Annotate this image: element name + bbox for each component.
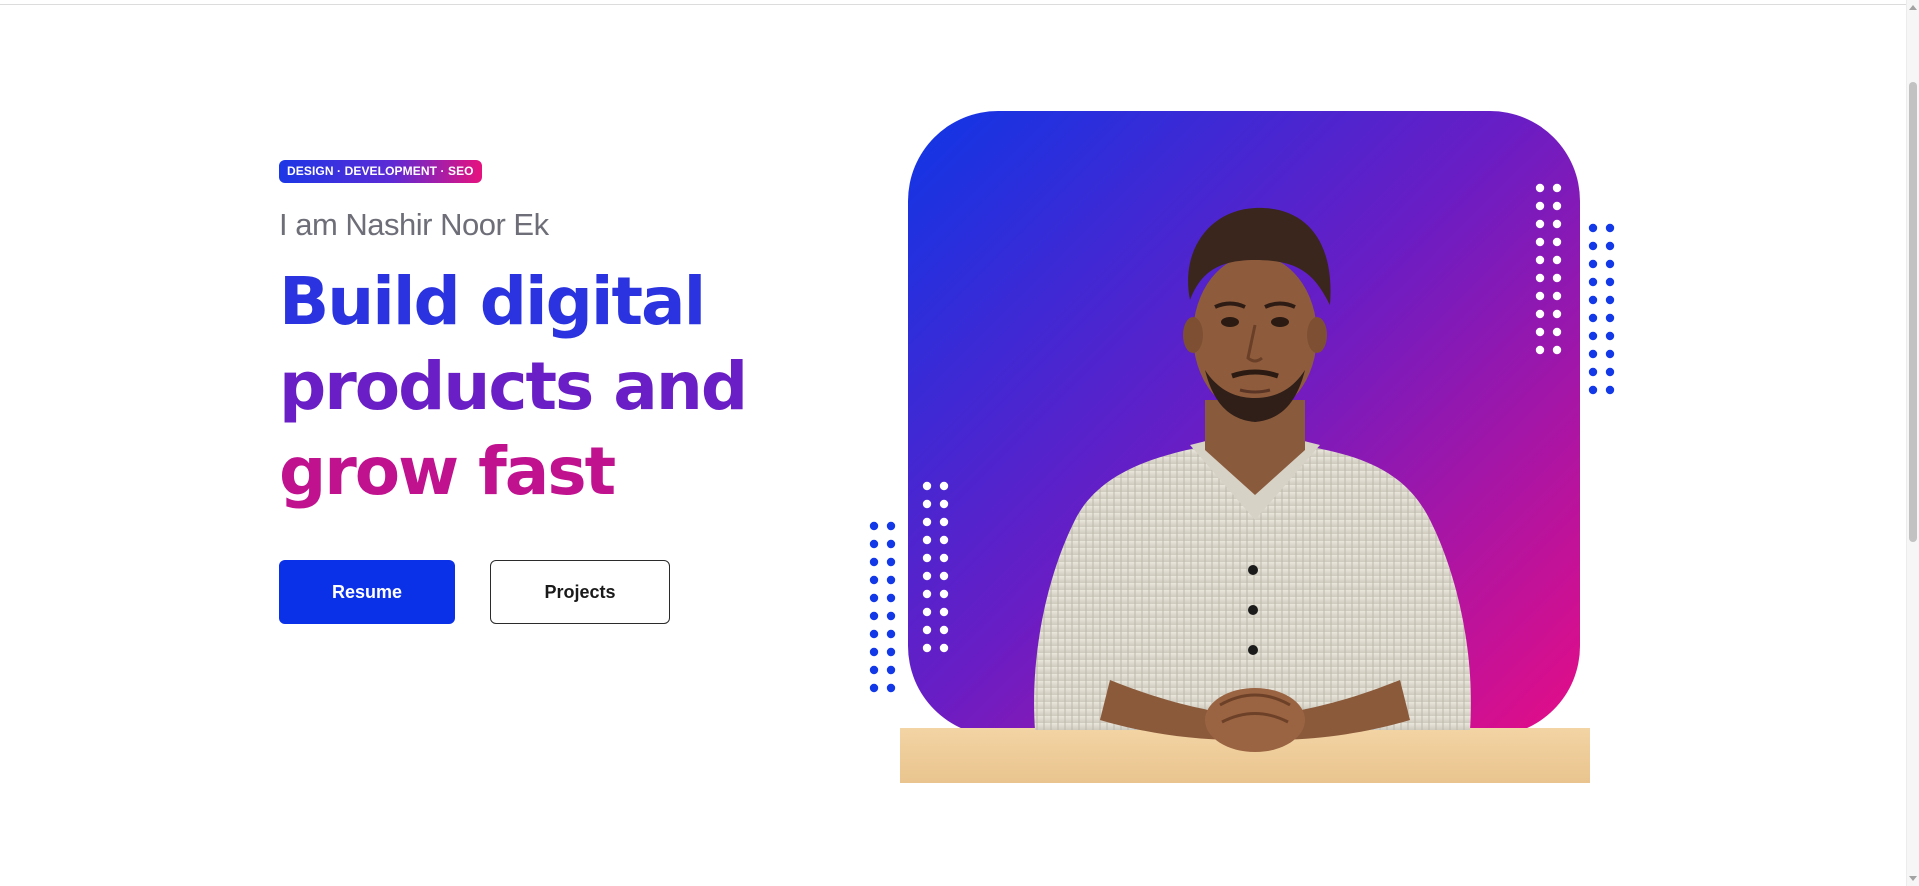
scroll-up-arrow-icon[interactable] (1909, 5, 1917, 10)
intro-text: I am Nashir Noor Ek (279, 207, 549, 242)
hero-visual (860, 100, 1640, 800)
hero-headline: Build digital products and grow fast (279, 259, 839, 514)
projects-button[interactable]: Projects (490, 560, 670, 624)
page: DESIGN · DEVELOPMENT · SEO I am Nashir N… (0, 0, 1919, 886)
top-divider (0, 4, 1907, 5)
vertical-scrollbar[interactable] (1906, 0, 1919, 886)
portrait-photo (1034, 207, 1471, 752)
headline-line-3: grow fast (279, 433, 616, 510)
resume-button[interactable]: Resume (279, 560, 455, 624)
hero-text: DESIGN · DEVELOPMENT · SEO I am Nashir N… (279, 160, 839, 558)
headline-line-2: products and (279, 348, 748, 425)
headline-line-1: Build digital (279, 263, 706, 340)
scroll-down-arrow-icon[interactable] (1909, 876, 1917, 881)
scrollbar-thumb[interactable] (1909, 82, 1917, 542)
services-badge: DESIGN · DEVELOPMENT · SEO (279, 160, 482, 183)
